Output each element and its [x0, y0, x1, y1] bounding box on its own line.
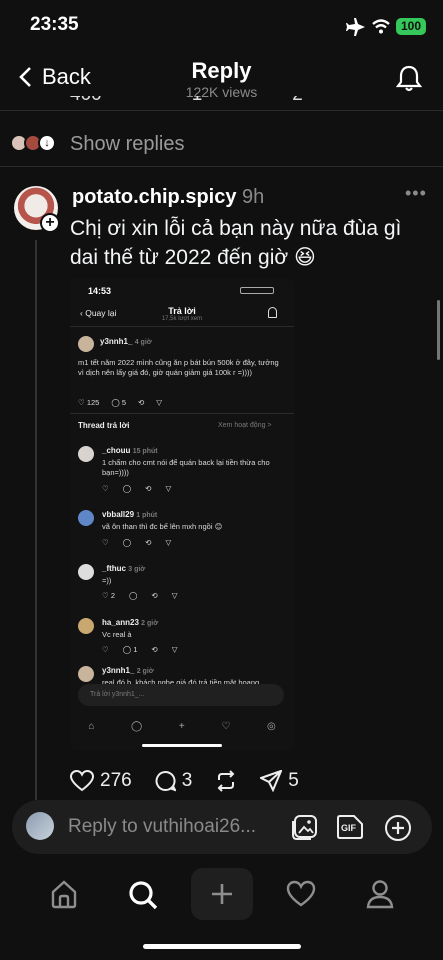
embed-divider [70, 326, 294, 327]
heart-icon [70, 770, 94, 792]
airplane-icon [346, 18, 365, 36]
embed-reply-text: vã ôn than thì đc bế lên mxh ngồi 😊 [102, 522, 223, 531]
like-count: 276 [100, 770, 132, 791]
embed-reply-username: _chouu 15 phút [102, 446, 158, 455]
repost-button[interactable] [214, 770, 238, 792]
show-replies-button[interactable]: Show replies [70, 133, 185, 156]
embed-original-text: m1 tết năm 2022 mình cũng ăn p bát bún 5… [78, 358, 279, 377]
embed-reply-avatar [78, 510, 94, 526]
embed-avatar [78, 336, 94, 352]
more-options-icon[interactable]: ••• [405, 183, 427, 204]
home-indicator [143, 944, 301, 949]
embed-reply-text: =)) [102, 576, 112, 585]
profile-icon[interactable] [366, 879, 394, 909]
page-title: Reply [191, 58, 252, 83]
follow-plus-icon[interactable]: + [40, 213, 60, 233]
prev-likes: 400 [70, 96, 102, 106]
repost-icon [217, 770, 235, 792]
header-divider [0, 110, 443, 111]
search-icon[interactable] [127, 879, 159, 911]
embed-title: Trả lời [168, 306, 196, 316]
comment-count: 3 [181, 770, 193, 791]
embed-username: y3nnh1_ 4 giờ [100, 337, 152, 346]
bell-icon[interactable] [396, 64, 422, 92]
post-time: 9h [242, 186, 265, 208]
replies-divider [0, 166, 443, 167]
heart-nav-icon[interactable] [286, 880, 316, 908]
send-icon [260, 770, 283, 792]
embed-divider-2 [70, 413, 294, 414]
embed-status-icons [240, 287, 274, 294]
prev-shares: 2 [292, 96, 303, 106]
comment-button[interactable]: 3 [154, 770, 193, 792]
post-username[interactable]: potato.chip.spicy [72, 186, 236, 209]
embed-home-indicator [142, 744, 222, 747]
embed-bell-icon [268, 307, 277, 318]
comment-icon [155, 771, 176, 792]
reply-input[interactable]: Reply to vuthihoai26... [68, 816, 256, 838]
image-icon[interactable] [291, 814, 318, 841]
plus-icon [212, 884, 232, 904]
svg-text:GIF: GIF [341, 823, 357, 833]
previous-post-actions: 400 1 2 [70, 96, 330, 108]
home-icon[interactable] [49, 879, 79, 909]
embed-reply-avatar [78, 666, 94, 682]
embed-reply-username: _fthuc 3 giờ [102, 564, 146, 573]
embed-reply-avatar [78, 564, 94, 580]
embed-nav: ⌂ ◯ + ♡ ◎ [88, 720, 276, 732]
embed-reply-text: Vc real à [102, 630, 132, 639]
wifi-icon [372, 19, 390, 34]
gif-icon[interactable]: GIF [336, 814, 364, 840]
embed-views: 17,5k lượt xem [161, 316, 203, 322]
embedded-screenshot[interactable]: 14:53 ‹ Quay lại Trả lời 17,5k lượt xem … [70, 278, 294, 750]
like-button[interactable]: 276 [70, 770, 132, 792]
thread-line [35, 240, 37, 800]
embed-reply-actions: ♡ 2 ◯ ⟲ ▽ [102, 591, 178, 600]
status-time: 23:35 [30, 14, 79, 35]
post-actions: 276 3 5 [70, 770, 321, 792]
embed-reply-actions: ♡ ◯ 1 ⟲ ▽ [102, 645, 178, 654]
embed-activity-link: Xem hoạt động > [218, 422, 272, 429]
prev-reposts: 1 [192, 96, 203, 106]
add-circle-icon[interactable] [384, 814, 412, 842]
embed-thread-label: Thread trả lời [78, 421, 130, 430]
embed-original-stats: ♡ 125 ◯ 5 ⟲ ▽ [78, 398, 163, 407]
embed-reply-username: vbball29 1 phút [102, 510, 158, 519]
expand-arrow-icon: ↓ [38, 134, 56, 152]
embed-reply-avatar [78, 446, 94, 462]
embed-reply-text: 1 chấm cho cmt nói để quán back lại tiền… [102, 458, 270, 477]
post-text: Chị ơi xin lỗi cả bạn này nữa đùa gì dai… [70, 217, 402, 269]
embed-reply-actions: ♡ ◯ ⟲ ▽ [102, 484, 172, 493]
share-button[interactable]: 5 [260, 770, 299, 792]
embed-reply-username: y3nnh1_ 2 giờ [102, 666, 154, 675]
share-count: 5 [288, 770, 299, 791]
user-avatar [26, 812, 54, 840]
embed-status-time: 14:53 [88, 286, 112, 296]
battery-indicator: 100 [396, 18, 426, 35]
scrollbar[interactable] [437, 300, 440, 360]
embed-reply-avatar [78, 618, 94, 634]
embed-reply-username: ha_ann23 2 giờ [102, 618, 159, 627]
embed-reply-placeholder: Trả lời y3nnh1_... [90, 691, 145, 698]
embed-reply-actions: ♡ ◯ ⟲ ▽ [102, 538, 172, 547]
